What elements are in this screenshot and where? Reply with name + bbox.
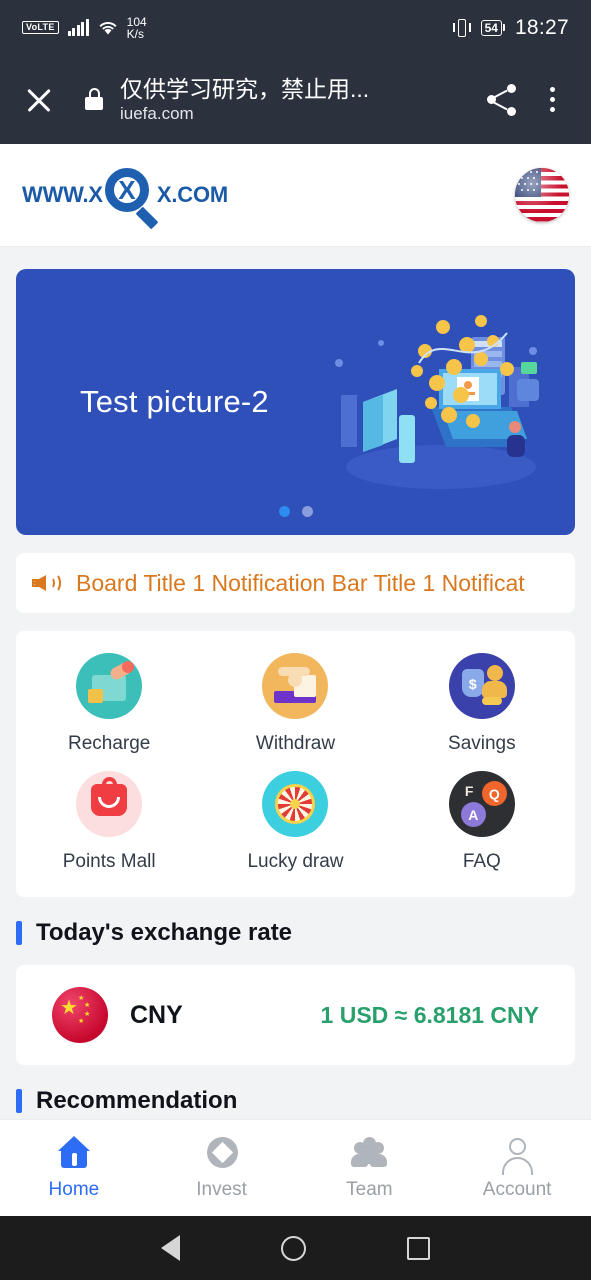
phone-screen: VoLTE 104 K/s 54 18:27 仅供学习研究，禁止用... iue… (0, 0, 591, 1280)
faq-letter-f: F (464, 783, 474, 799)
lucky-draw-icon (262, 771, 329, 837)
logo-mark: X (118, 174, 136, 205)
quick-action-lucky-draw[interactable]: Lucky draw (202, 771, 388, 873)
home-icon (55, 1135, 93, 1170)
quick-action-recharge[interactable]: Recharge (16, 653, 202, 755)
section-title: Recommendation (36, 1087, 238, 1114)
tab-account[interactable]: Account (443, 1136, 591, 1201)
quick-action-faq[interactable]: F Q A FAQ (389, 771, 575, 873)
megaphone-icon (32, 569, 66, 597)
quick-actions-card: Recharge Withdraw $ Savings Points Mall … (16, 631, 575, 897)
carousel-dot-2[interactable] (301, 506, 313, 517)
kebab-menu-icon[interactable] (535, 83, 569, 117)
currency-code: CNY (130, 1000, 183, 1029)
exchange-rate-row[interactable]: ★ ★ ★ ★ ★ CNY 1 USD ≈ 6.8181 CNY (16, 965, 575, 1065)
savings-icon: $ (448, 653, 515, 719)
clock: 18:27 (514, 15, 569, 39)
site-header: WWW.X X X.COM (0, 144, 591, 247)
page-title: 仅供学习研究，禁止用... (120, 75, 370, 102)
page-content: Test picture-2 Board Title 1 Notificatio… (0, 247, 591, 1151)
dollar-symbol: $ (468, 676, 477, 692)
exchange-section-header: Today's exchange rate (16, 919, 591, 947)
banner-carousel[interactable]: Test picture-2 (16, 269, 575, 535)
quick-actions-grid: Recharge Withdraw $ Savings Points Mall … (16, 653, 575, 873)
faq-letter-a: A (460, 802, 486, 827)
tab-label: Invest (196, 1178, 247, 1200)
tab-home[interactable]: Home (0, 1135, 148, 1201)
status-bar-right: 54 18:27 (452, 15, 569, 40)
quick-action-label: Savings (448, 733, 516, 754)
close-icon[interactable] (22, 83, 56, 117)
invest-icon (203, 1136, 241, 1170)
status-bar: VoLTE 104 K/s 54 18:27 (0, 0, 591, 55)
quick-action-label: Withdraw (255, 733, 336, 754)
browser-toolbar: 仅供学习研究，禁止用... iuefa.com (0, 55, 591, 144)
account-icon (498, 1136, 536, 1175)
quick-action-label: Points Mall (62, 851, 156, 872)
quick-action-label: Recharge (67, 733, 151, 754)
recommendation-section-header: Recommendation (16, 1087, 591, 1115)
tab-team[interactable]: Team (296, 1136, 444, 1201)
back-icon[interactable] (160, 1235, 180, 1261)
points-mall-icon (76, 771, 143, 837)
quick-action-points-mall[interactable]: Points Mall (16, 771, 202, 873)
quick-action-withdraw[interactable]: Withdraw (202, 653, 388, 755)
china-flag-icon: ★ ★ ★ ★ ★ (52, 987, 108, 1043)
speed-value: 104 (126, 14, 147, 29)
network-speed: 104 K/s (127, 16, 147, 40)
battery-icon: 54 (480, 19, 505, 36)
tab-label: Account (482, 1178, 552, 1200)
banner-title: Test picture-2 (80, 384, 269, 419)
carousel-dots[interactable] (278, 506, 313, 517)
quick-action-label: FAQ (462, 851, 501, 872)
volte-icon: VoLTE (22, 21, 59, 34)
share-icon[interactable] (485, 83, 519, 117)
tab-invest[interactable]: Invest (148, 1136, 296, 1201)
withdraw-icon (262, 653, 329, 719)
carousel-dot-1[interactable] (278, 506, 290, 517)
home-circle-icon[interactable] (280, 1235, 306, 1261)
quick-action-label: Lucky draw (247, 851, 344, 872)
wifi-icon (98, 20, 118, 36)
site-logo[interactable]: WWW.X X X.COM (22, 166, 228, 230)
recents-square-icon[interactable] (407, 1236, 431, 1260)
notification-text: Board Title 1 Notification Bar Title 1 N… (76, 569, 525, 596)
section-accent-bar (16, 921, 22, 945)
recharge-icon (76, 653, 143, 719)
quick-action-savings[interactable]: $ Savings (389, 653, 575, 755)
logo-text-left: WWW.X (22, 182, 103, 207)
faq-letter-q: Q (481, 781, 507, 806)
battery-level: 54 (480, 19, 502, 36)
team-icon (350, 1136, 388, 1170)
address-bar[interactable]: 仅供学习研究，禁止用... iuefa.com (120, 75, 475, 125)
speed-unit: K/s (126, 26, 145, 41)
notification-bar[interactable]: Board Title 1 Notification Bar Title 1 N… (16, 553, 575, 613)
vibrate-icon (452, 18, 471, 38)
magnifier-icon: X (99, 166, 161, 230)
banner-illustration (321, 307, 551, 497)
tab-label: Home (48, 1178, 100, 1200)
section-title: Today's exchange rate (36, 919, 293, 946)
tab-label: Team (346, 1178, 393, 1200)
faq-icon: F Q A (448, 771, 515, 837)
logo-text-right: X.COM (156, 182, 228, 207)
android-navigation-bar (0, 1216, 591, 1280)
section-accent-bar (16, 1089, 22, 1113)
exchange-rate-value: 1 USD ≈ 6.8181 CNY (320, 1001, 539, 1028)
status-bar-left: VoLTE 104 K/s (22, 16, 147, 40)
page-host: iuefa.com (120, 103, 194, 123)
us-flag-icon[interactable] (515, 168, 569, 222)
lock-icon (84, 87, 104, 112)
signal-bars-icon (67, 18, 89, 36)
bottom-tab-bar: Home Invest Team Account (0, 1119, 591, 1216)
